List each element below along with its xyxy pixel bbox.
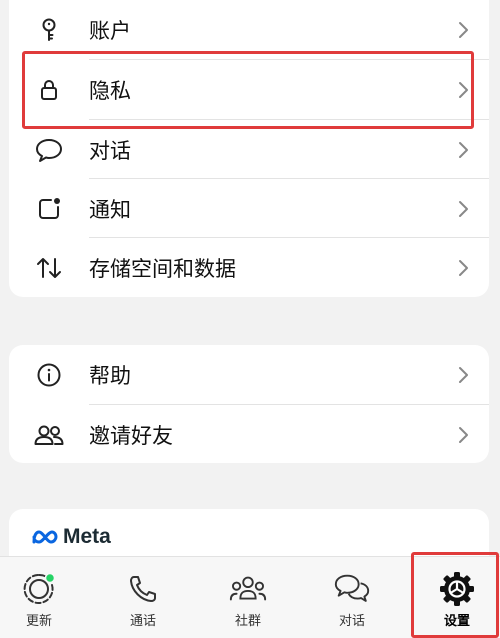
settings-gear-icon [437, 571, 477, 607]
tab-label: 通话 [129, 613, 156, 628]
chevron-right-icon [459, 81, 468, 98]
chevron-right-icon [459, 141, 468, 158]
people-icon [33, 419, 65, 451]
phone-icon [123, 571, 163, 607]
bottom-tab-bar: 更新 通话 社群 对话 设置 [0, 556, 500, 638]
meta-brand-text: Meta [63, 525, 111, 548]
settings-item-label: 账户 [89, 19, 131, 43]
chevron-right-icon [459, 200, 468, 217]
settings-item-account[interactable]: 账户 [9, 0, 489, 59]
meta-logo: Meta [31, 525, 111, 549]
settings-item-invite[interactable]: 邀请好友 [9, 405, 489, 463]
lock-icon [33, 74, 65, 106]
tab-chats[interactable]: 对话 [302, 557, 402, 638]
settings-item-label: 邀请好友 [89, 424, 173, 448]
tab-label: 更新 [25, 613, 52, 628]
key-icon [33, 14, 65, 46]
support-list-card: 帮助 邀请好友 [9, 345, 489, 463]
tab-calls[interactable]: 通话 [93, 557, 193, 638]
community-icon [228, 571, 268, 607]
meta-infinity-icon [32, 530, 58, 544]
settings-item-storage[interactable]: 存储空间和数据 [9, 238, 489, 297]
tab-label: 社群 [234, 613, 261, 628]
tab-label: 对话 [338, 613, 365, 628]
chats-icon [332, 571, 372, 607]
settings-item-label: 存储空间和数据 [89, 257, 236, 281]
chevron-right-icon [459, 426, 468, 443]
chat-bubble-icon [33, 134, 65, 166]
settings-item-label: 帮助 [89, 364, 131, 388]
status-icon [19, 571, 59, 607]
settings-item-chats[interactable]: 对话 [9, 120, 489, 179]
settings-item-label: 对话 [89, 139, 131, 163]
info-icon [33, 359, 65, 391]
chevron-right-icon [459, 21, 468, 38]
tab-label: 设置 [443, 613, 470, 628]
notification-icon [33, 193, 65, 225]
chevron-right-icon [459, 366, 468, 383]
tab-updates[interactable]: 更新 [0, 557, 89, 638]
settings-item-privacy[interactable]: 隐私 [9, 60, 489, 119]
tab-communities[interactable]: 社群 [198, 557, 298, 638]
chevron-right-icon [459, 259, 468, 276]
settings-item-help[interactable]: 帮助 [9, 345, 489, 404]
settings-list-card: 账户 隐私 对话 通知 存储空间和数据 [9, 0, 489, 297]
settings-item-notifications[interactable]: 通知 [9, 179, 489, 238]
settings-item-label: 隐私 [89, 79, 131, 103]
settings-item-label: 通知 [89, 198, 131, 222]
up-down-arrows-icon [33, 252, 65, 284]
tab-settings[interactable]: 设置 [407, 557, 500, 638]
